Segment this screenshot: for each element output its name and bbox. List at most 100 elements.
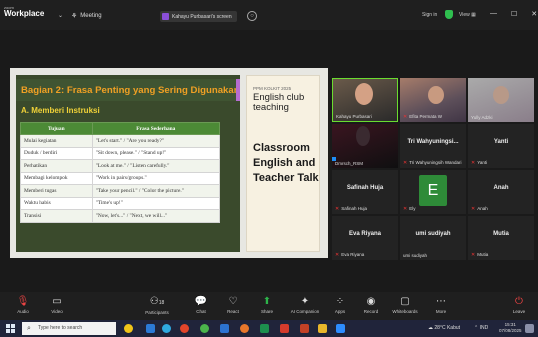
- table-header: Frasa Sederhana: [91, 122, 221, 135]
- meeting-menu[interactable]: ⚘ Meeting: [71, 12, 102, 20]
- participant-tile[interactable]: Safinah Huja ✕ Safinah Huja: [332, 170, 398, 214]
- notification-icon[interactable]: [525, 324, 534, 333]
- participant-tile[interactable]: Yanti ✕ Yanti: [468, 124, 534, 168]
- club-label: English club teaching: [253, 92, 305, 113]
- table-cell: Memberi tugas: [20, 184, 93, 198]
- table-cell: Perhatikan: [20, 159, 93, 173]
- participant-tile[interactable]: ✕ Efita Permata W: [400, 78, 466, 122]
- more-button[interactable]: ⋯ More: [426, 295, 456, 314]
- search-icon: ⌕: [27, 325, 31, 332]
- phrase-table: Tujuan Frasa Sederhana Mulai kegiatan "Le…: [20, 122, 221, 223]
- system-tray[interactable]: ⌃ IND: [474, 325, 488, 331]
- share-screen-icon: ⬆: [262, 296, 272, 307]
- apps-button[interactable]: ⁘ Apps: [325, 295, 355, 314]
- firefox-icon[interactable]: [240, 324, 249, 333]
- participant-video: [356, 126, 370, 146]
- record-icon: ◉: [366, 296, 376, 307]
- participant-tile[interactable]: Mutia ✕ Mutia: [468, 216, 534, 260]
- slide-side-panel: PPM KOLKIT 2025 English club teaching Cl…: [246, 75, 320, 252]
- more-icon: ⋯: [436, 296, 446, 307]
- chrome-icon[interactable]: [180, 324, 189, 333]
- participant-tile[interactable]: Dmrsch_RSM: [332, 124, 398, 168]
- participant-display-name: Tri Wahyuningsi...: [407, 139, 459, 145]
- video-button[interactable]: ▭ Video: [42, 295, 72, 314]
- widgets-icon[interactable]: [124, 324, 133, 333]
- participant-name: Kahayu Purbasari: [336, 114, 372, 119]
- participant-tile[interactable]: Kahayu Purbasari: [332, 78, 398, 122]
- share-label: Kahayu Purbasari's screen: [172, 13, 232, 20]
- participant-tile[interactable]: Eva Riyana ✕ Eva Riyana: [332, 216, 398, 260]
- windows-start-icon[interactable]: [6, 324, 15, 333]
- participant-avatar: E: [419, 175, 447, 206]
- table-row: Mulai kegiatan "Let's start." / "Are you …: [20, 134, 221, 148]
- table-row: Membagi kelompok "Work in pairs/groups.": [20, 171, 221, 185]
- chevron-down-icon[interactable]: ⌄: [58, 12, 63, 19]
- participant-display-name: Eva Riyana: [348, 231, 382, 237]
- participant-tile[interactable]: E ✕ Ely: [400, 170, 466, 214]
- excel-icon[interactable]: [260, 324, 269, 333]
- whatsapp-icon[interactable]: [200, 324, 209, 333]
- table-cell: Duduk / berdiri: [20, 146, 93, 160]
- pdf-icon[interactable]: [280, 324, 289, 333]
- edge-icon[interactable]: [162, 324, 171, 333]
- participant-video: [355, 83, 373, 105]
- share-button[interactable]: ⬆ Share: [252, 295, 282, 314]
- view-button[interactable]: View ▦: [459, 12, 476, 18]
- participant-display-name: Mutia: [493, 231, 509, 237]
- meeting-label: Meeting: [80, 13, 102, 19]
- chat-button[interactable]: 💬 Chat: [186, 295, 216, 314]
- table-row: Memberi tugas "Take your pencil." / "Colo…: [20, 184, 221, 198]
- participant-name: ✕ Safinah Huja: [335, 206, 367, 212]
- participants-button[interactable]: ⚇18 Participants: [142, 295, 172, 315]
- participant-display-name: Safinah Huja: [346, 185, 384, 191]
- view-options-icon[interactable]: ○: [247, 11, 257, 21]
- taskbar-search-input[interactable]: ⌕ Type here to search: [22, 322, 116, 335]
- minimize-button[interactable]: —: [490, 10, 497, 18]
- microphone-muted-icon: 🎙: [16, 296, 30, 307]
- participant-name: ✕ Tri Wahyuningsih Wandari: [403, 160, 462, 166]
- record-button[interactable]: ◉ Record: [356, 295, 386, 314]
- participant-tile[interactable]: Yully Adzki: [468, 78, 534, 122]
- table-cell: "Now, let's..." / "Next, we will...": [91, 209, 221, 223]
- word-icon[interactable]: [220, 324, 229, 333]
- apps-icon: ⁘: [335, 296, 345, 307]
- topic-heading: Classroom English and Teacher Talk: [253, 142, 319, 184]
- file-explorer-icon[interactable]: [318, 324, 327, 333]
- zoom-logo: zoom Workplace: [4, 6, 44, 18]
- participant-name: ✕ Mutia: [471, 252, 489, 258]
- zoom-app-icon[interactable]: [336, 324, 345, 333]
- sparkle-icon: ✦: [300, 296, 310, 307]
- table-header: Tujuan: [20, 122, 93, 135]
- maximize-button[interactable]: ☐: [511, 10, 517, 18]
- table-header-row: Tujuan Frasa Sederhana: [20, 122, 221, 135]
- table-cell: Membagi kelompok: [20, 171, 93, 185]
- whiteboards-button[interactable]: ▢ Whiteboards: [390, 295, 420, 314]
- table-row: Transisi "Now, let's..." / "Next, we will…: [20, 209, 221, 223]
- weather-status[interactable]: ☁ 28°C Kabut: [428, 325, 460, 331]
- participant-name: Dmrsch_RSM: [335, 161, 364, 166]
- ai-companion-button[interactable]: ✦ AI Companion: [290, 295, 320, 314]
- participant-video: [428, 86, 444, 104]
- participant-gallery: Kahayu Purbasari ✕ Efita Permata W Yully …: [332, 78, 534, 260]
- participant-tile[interactable]: Anah ✕ Anah: [468, 170, 534, 214]
- meeting-toolbar: 🎙 Audio ▭ Video ⚇18 Participants 💬 Chat ♡ Rea…: [0, 292, 538, 320]
- taskbar-clock[interactable]: 15:31 07/08/2025: [499, 322, 522, 334]
- leave-button[interactable]: ⏻ Leave: [504, 295, 534, 314]
- table-cell: "Let's start." / "Are you ready?": [91, 134, 221, 148]
- logo-text: Workplace: [4, 9, 45, 18]
- search-placeholder: Type here to search: [38, 325, 83, 331]
- table-row: Waktu habis "Time's up!": [20, 196, 221, 210]
- security-shield-icon[interactable]: [445, 10, 453, 19]
- close-button[interactable]: ✕: [531, 10, 537, 18]
- slide-title: Bagian 2: Frasa Penting yang Sering Digu…: [16, 79, 240, 101]
- camera-icon: ▭: [52, 296, 62, 307]
- react-button[interactable]: ♡ React: [218, 295, 248, 314]
- sign-in-link[interactable]: Sign in: [422, 12, 437, 18]
- table-cell: "Work in pairs/groups.": [91, 171, 221, 185]
- audio-button[interactable]: 🎙 Audio: [8, 295, 38, 314]
- powerpoint-icon[interactable]: [300, 324, 309, 333]
- task-view-icon[interactable]: [146, 324, 155, 333]
- participant-tile[interactable]: umi sudiyah umi sudiyah: [400, 216, 466, 260]
- participant-tile[interactable]: Tri Wahyuningsi... ✕ Tri Wahyuningsih Wan…: [400, 124, 466, 168]
- screen-share-indicator[interactable]: Kahayu Purbasari's screen: [160, 11, 237, 22]
